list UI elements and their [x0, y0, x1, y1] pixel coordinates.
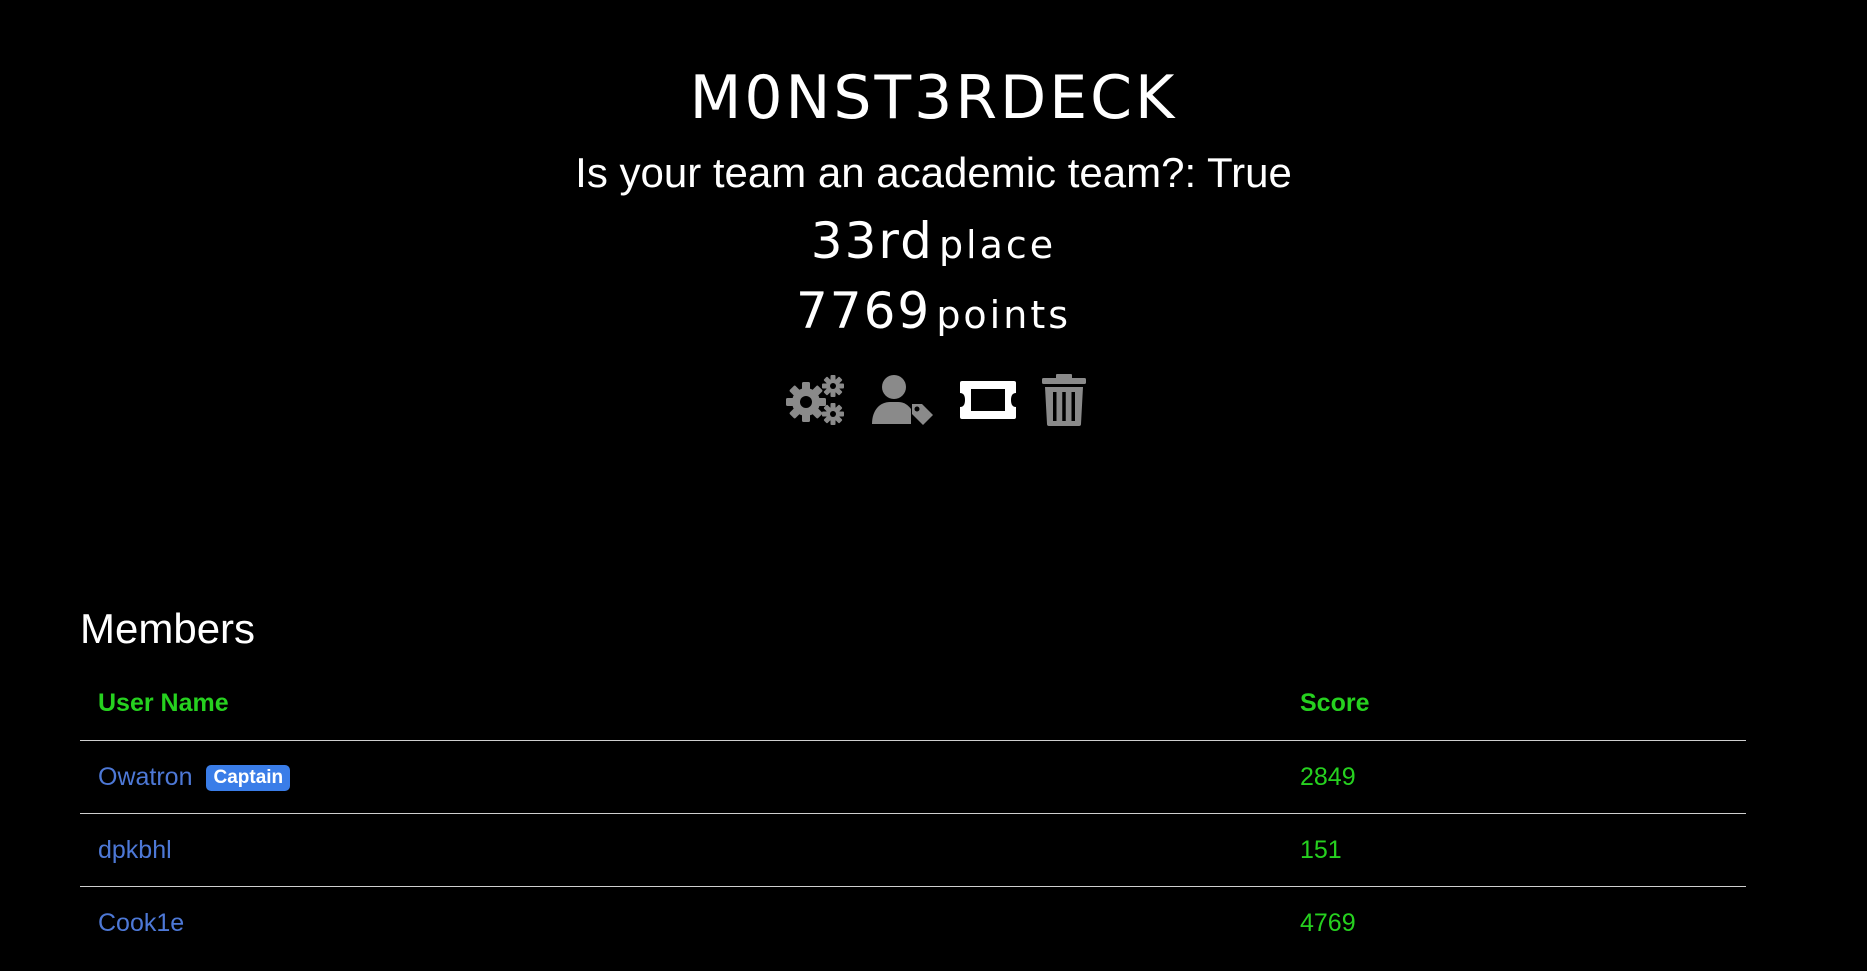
- user-cell: dpkbhl: [80, 813, 1282, 887]
- user-cell: Owatron Captain: [80, 740, 1282, 814]
- team-name: M0NST3RDECK: [689, 63, 1178, 133]
- user-tag-icon: [871, 375, 933, 425]
- table-row: dpkbhl 151: [80, 813, 1746, 887]
- team-points: 7769 points: [0, 286, 1867, 336]
- trash-icon: [1041, 374, 1086, 426]
- captain-badge: Captain: [206, 764, 291, 792]
- column-header-score: Score: [1282, 666, 1746, 741]
- member-link[interactable]: Cook1e: [98, 909, 184, 937]
- member-link[interactable]: dpkbhl: [98, 836, 172, 864]
- gears-icon: [785, 375, 844, 425]
- settings-button[interactable]: [782, 374, 846, 426]
- score-cell: 2849: [1282, 740, 1746, 814]
- place-label: place: [938, 223, 1057, 267]
- academic-team-status: Is your team an academic team?: True: [575, 149, 1292, 196]
- user-tag-button[interactable]: [870, 374, 934, 426]
- ticket-icon: [959, 381, 1016, 419]
- points-number: 7769: [795, 282, 932, 340]
- table-header-row: User Name Score: [80, 666, 1746, 741]
- place-number: 33rd: [810, 212, 934, 270]
- member-link[interactable]: Owatron: [98, 763, 192, 791]
- team-actions: [0, 374, 1867, 426]
- table-row: Owatron Captain 2849: [80, 740, 1746, 814]
- ticket-button[interactable]: [958, 379, 1018, 421]
- delete-team-button[interactable]: [1041, 374, 1086, 426]
- column-header-user-name: User Name: [80, 666, 1282, 741]
- members-heading: Members: [80, 605, 256, 652]
- members-table: User Name Score Owatron Captain 2849 dpkb…: [80, 666, 1746, 959]
- score-cell: 151: [1282, 813, 1746, 887]
- user-cell: Cook1e: [80, 887, 1282, 960]
- table-row: Cook1e 4769: [80, 887, 1746, 960]
- score-cell: 4769: [1300, 908, 1356, 937]
- team-place: 33rd place: [0, 216, 1867, 266]
- points-label: points: [936, 293, 1072, 337]
